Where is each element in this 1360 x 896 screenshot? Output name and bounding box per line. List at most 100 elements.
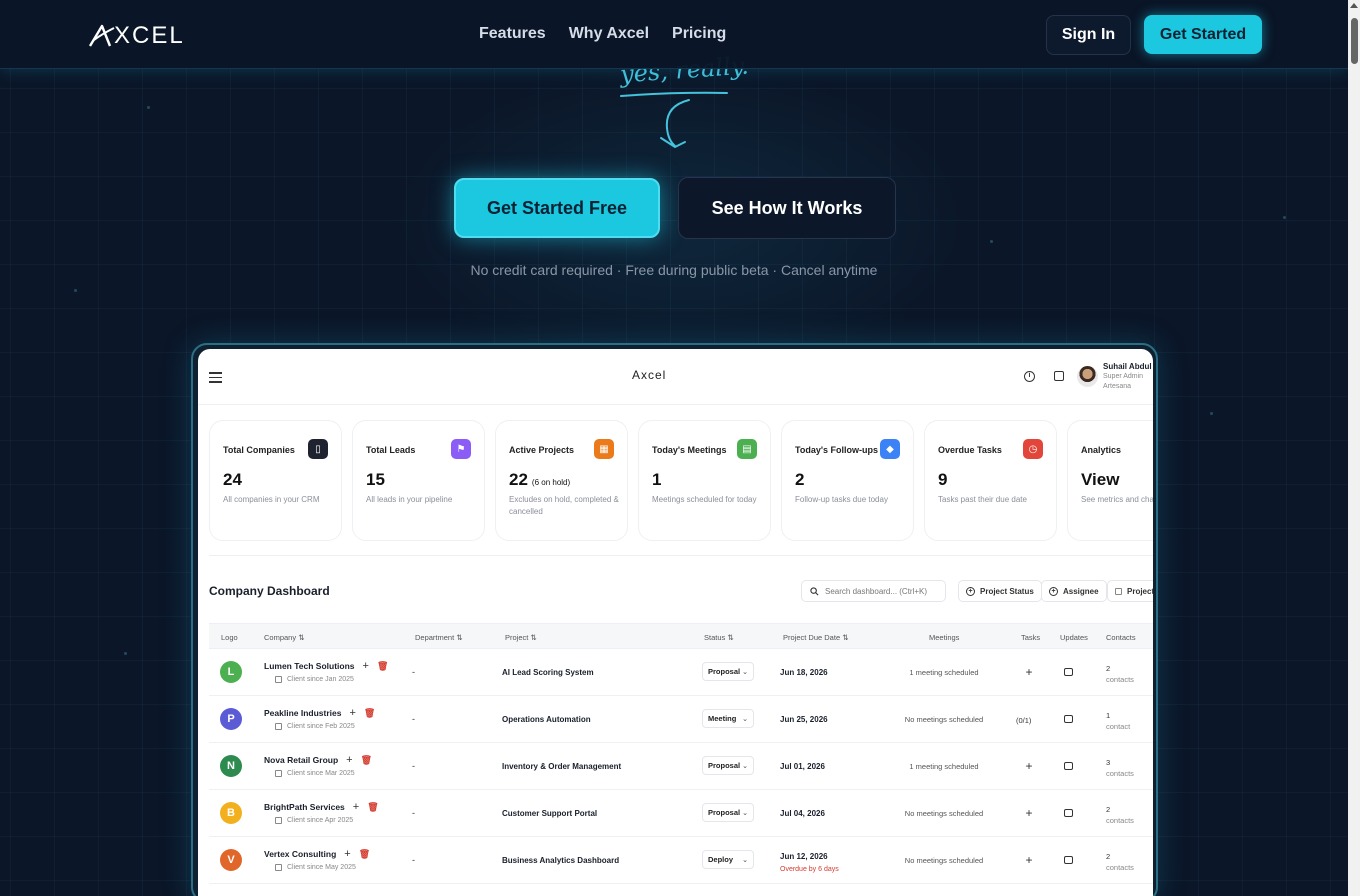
stat-card-total-leads[interactable]: Total Leads ⚑ 15 All leads in your pipel… (352, 420, 485, 541)
table-row[interactable]: V Vertex Consulting + 🗑 Client since May 2… (209, 837, 1153, 884)
message-icon[interactable] (1064, 715, 1073, 723)
leads-icon: ⚑ (451, 439, 471, 459)
trash-icon[interactable]: 🗑 (377, 661, 388, 672)
company-name[interactable]: Lumen Tech Solutions + 🗑 (264, 660, 388, 672)
trash-icon[interactable]: 🗑 (361, 755, 372, 766)
card-value: 2 (795, 470, 805, 489)
client-since: Client since Feb 2025 (275, 723, 355, 730)
company-name[interactable]: Vertex Consulting + 🗑 (264, 848, 370, 860)
department: - (412, 855, 415, 865)
search-icon (810, 586, 819, 595)
hero-subtext: No credit card required · Free during pu… (470, 262, 878, 278)
contacts[interactable]: 2 contacts (1106, 851, 1153, 873)
message-icon[interactable] (1064, 856, 1073, 864)
sign-in-button[interactable]: Sign In (1046, 15, 1131, 55)
scroll-up-arrow-icon[interactable] (1350, 3, 1358, 8)
meetings[interactable]: No meetings scheduled (869, 715, 1019, 724)
project-name[interactable]: Business Analytics Dashboard (502, 856, 619, 865)
status-select[interactable]: Proposal ⌄ (702, 662, 754, 681)
bg-dot (1210, 412, 1213, 415)
stat-card-active-projects[interactable]: Active Projects ▦ 22 (6 on hold) Excludes… (495, 420, 628, 541)
stat-card-todays-meetings[interactable]: Today's Meetings ▤ 1 Meetings scheduled … (638, 420, 771, 541)
calendar-icon (275, 864, 282, 871)
trash-icon[interactable]: 🗑 (364, 708, 375, 719)
user-org: Artesana (1103, 383, 1132, 390)
info-icon[interactable]: i (1024, 371, 1035, 382)
get-started-button[interactable]: Get Started (1144, 15, 1262, 54)
add-icon[interactable]: + (346, 754, 352, 766)
col-company[interactable]: Company ⇅ (264, 633, 304, 642)
table-row[interactable]: P Peakline Industries + 🗑 Client since Feb… (209, 696, 1153, 743)
avatar[interactable] (1077, 366, 1098, 387)
add-circle-icon: + (1049, 586, 1058, 596)
col-due-date[interactable]: Project Due Date ⇅ (783, 633, 849, 642)
status-select[interactable]: Proposal ⌄ (702, 803, 754, 822)
card-title: Today's Follow-ups (795, 445, 878, 455)
add-task-icon[interactable]: + (1019, 806, 1039, 820)
add-icon[interactable]: + (363, 660, 369, 672)
filter-assignee[interactable]: + Assignee (1041, 580, 1107, 602)
add-task-icon[interactable]: + (1019, 665, 1039, 679)
contacts[interactable]: 2 contacts (1106, 663, 1153, 685)
meetings[interactable]: No meetings scheduled (869, 856, 1019, 865)
meetings[interactable]: 1 meeting scheduled (869, 668, 1019, 677)
meetings[interactable]: 1 meeting scheduled (869, 762, 1019, 771)
filter-projects[interactable]: Projects (1107, 580, 1153, 602)
nav-link-why-axcel[interactable]: Why Axcel (569, 25, 649, 43)
table-row[interactable]: N Nova Retail Group + 🗑 Client since Mar 2… (209, 743, 1153, 790)
menu-icon[interactable] (209, 372, 222, 386)
brand-logo[interactable]: XCEL (88, 22, 185, 50)
see-how-it-works-button[interactable]: See How It Works (678, 177, 896, 239)
followup-icon: ◆ (880, 439, 900, 459)
meetings[interactable]: No meetings scheduled (869, 809, 1019, 818)
message-icon[interactable] (1064, 668, 1073, 676)
nav-link-pricing[interactable]: Pricing (672, 25, 726, 43)
app-preview: Axcel i Suhail Abdul Super Admin Artesan… (198, 349, 1153, 896)
page-scrollbar[interactable] (1348, 0, 1360, 896)
status-select[interactable]: Meeting ⌄ (702, 709, 754, 728)
col-project[interactable]: Project ⇅ (505, 633, 537, 642)
card-title: Active Projects (509, 445, 575, 455)
task-count[interactable]: (0/1) (1016, 716, 1031, 725)
search-placeholder: Search dashboard... (Ctrl+K) (825, 586, 928, 596)
gift-icon[interactable] (1054, 371, 1064, 381)
company-name[interactable]: Nova Retail Group + 🗑 (264, 754, 372, 766)
col-status[interactable]: Status ⇅ (704, 633, 734, 642)
message-icon[interactable] (1064, 809, 1073, 817)
company-name[interactable]: Peakline Industries + 🗑 (264, 707, 375, 719)
message-icon[interactable] (1064, 762, 1073, 770)
status-select[interactable]: Deploy ⌄ (702, 850, 754, 869)
contacts[interactable]: 1 contact (1106, 710, 1153, 732)
trash-icon[interactable]: 🗑 (359, 849, 370, 860)
scroll-thumb[interactable] (1351, 18, 1358, 64)
dashboard-search-input[interactable]: Search dashboard... (Ctrl+K) (801, 580, 946, 602)
add-task-icon[interactable]: + (1019, 853, 1039, 867)
trash-icon[interactable]: 🗑 (367, 802, 378, 813)
col-department[interactable]: Department ⇅ (415, 633, 463, 642)
stat-card-overdue-tasks[interactable]: Overdue Tasks ◷ 9 Tasks past their due d… (924, 420, 1057, 541)
company-name[interactable]: BrightPath Services + 🗑 (264, 801, 379, 813)
add-task-icon[interactable]: + (1019, 759, 1039, 773)
add-icon[interactable]: + (353, 801, 359, 813)
add-icon[interactable]: + (349, 707, 355, 719)
building-icon: ▯ (308, 439, 328, 459)
stat-card-analytics[interactable]: Analytics View See metrics and charts (1067, 420, 1153, 541)
project-name[interactable]: Inventory & Order Management (502, 762, 621, 771)
project-name[interactable]: Operations Automation (502, 715, 591, 724)
contacts[interactable]: 3 contacts (1106, 757, 1153, 779)
stat-card-total-companies[interactable]: Total Companies ▯ 24 All companies in yo… (209, 420, 342, 541)
card-desc: Meetings scheduled for today (652, 495, 757, 504)
table-row[interactable]: B BrightPath Services + 🗑 Client since Apr… (209, 790, 1153, 837)
table-row[interactable]: L Lumen Tech Solutions + 🗑 Client since Ja… (209, 649, 1153, 696)
stat-card-todays-followups[interactable]: Today's Follow-ups ◆ 2 Follow-up tasks d… (781, 420, 914, 541)
top-navbar: XCEL Features Why Axcel Pricing Sign In … (0, 0, 1348, 69)
project-name[interactable]: AI Lead Scoring System (502, 668, 594, 677)
filter-project-status[interactable]: + Project Status (958, 580, 1042, 602)
contacts[interactable]: 2 contacts (1106, 804, 1153, 826)
nav-link-features[interactable]: Features (479, 25, 546, 43)
project-name[interactable]: Customer Support Portal (502, 809, 597, 818)
add-icon[interactable]: + (344, 848, 350, 860)
calendar-icon (275, 723, 282, 730)
get-started-free-button[interactable]: Get Started Free (454, 178, 660, 238)
status-select[interactable]: Proposal ⌄ (702, 756, 754, 775)
